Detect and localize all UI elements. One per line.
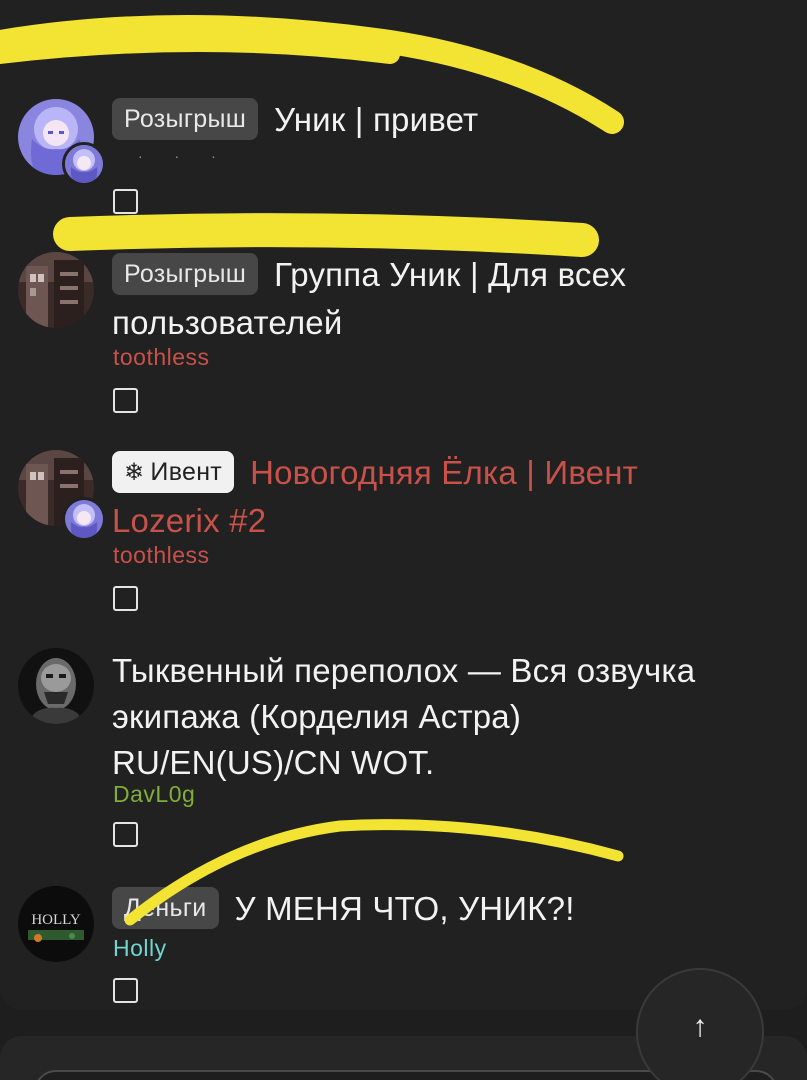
thread-title[interactable]: Деньги У МЕНЯ ЧТО, УНИК?!	[112, 885, 772, 933]
thread-tag[interactable]: Деньги	[112, 887, 219, 929]
thread-item[interactable]: HOLLY Деньги У МЕНЯ ЧТО, УНИК?! Holly	[0, 0, 807, 1010]
arrow-up-icon: ↑	[692, 1010, 708, 1043]
svg-text:HOLLY: HOLLY	[31, 912, 80, 928]
thread-author[interactable]: Holly	[113, 933, 167, 963]
thread-checkbox[interactable]	[113, 978, 138, 1003]
thread-list-screen: Розыгрыш Уник | привет · · · Розыгрыш Груп…	[0, 0, 807, 1080]
thread-title-text[interactable]: У МЕНЯ ЧТО, УНИК?!	[235, 890, 575, 927]
holly-logo-avatar[interactable]: HOLLY	[18, 886, 94, 962]
